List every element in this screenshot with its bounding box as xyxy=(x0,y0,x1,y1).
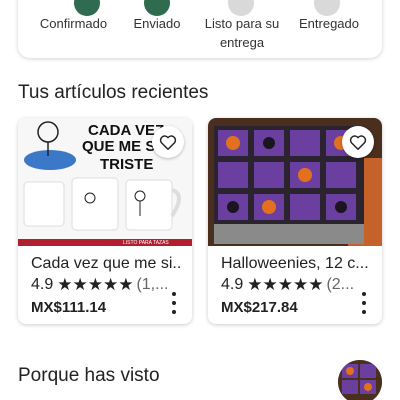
order-tracking-card[interactable]: Confirmado Enviado Listo para su entrega… xyxy=(18,0,382,58)
product-price: MX$217.84 xyxy=(221,299,298,316)
step-ready-label: Listo para su entrega xyxy=(204,16,280,50)
product-rating: 4.9 ★★★★★ (1,... xyxy=(31,274,168,296)
review-count: (2... xyxy=(326,276,355,293)
rating-value: 4.9 xyxy=(221,276,244,293)
recent-items-title: Tus artículos recientes xyxy=(18,82,209,103)
product-image-footer: LISTO PARA TAZAS xyxy=(123,240,169,246)
star-rating-icon: ★★★★★ xyxy=(57,275,134,294)
kebab-dot xyxy=(362,309,366,314)
step-confirmed-label: Confirmado xyxy=(39,16,108,31)
kebab-dot xyxy=(172,300,176,305)
kebab-dot xyxy=(362,300,366,305)
more-options-button[interactable] xyxy=(166,290,182,316)
heart-icon xyxy=(349,135,367,150)
favorite-button[interactable] xyxy=(342,126,374,158)
review-count: (1,... xyxy=(136,276,169,293)
product-image-text: TRISTE xyxy=(100,156,154,173)
product-rating: 4.9 ★★★★★ (2... xyxy=(221,274,354,296)
step-delivered-label: Entregado xyxy=(299,16,359,31)
because-viewed-title: Porque has visto xyxy=(18,365,160,386)
rating-value: 4.9 xyxy=(31,276,54,293)
star-rating-icon: ★★★★★ xyxy=(247,275,324,294)
product-card[interactable]: CADA VEZ QUE ME SIE TRISTE LISTO PARA TA… xyxy=(18,118,192,324)
product-price: MX$111.14 xyxy=(31,299,107,316)
viewed-item-thumbnail[interactable] xyxy=(338,360,382,400)
heart-icon xyxy=(159,135,177,150)
product-title: Halloweenies, 12 c... xyxy=(221,255,369,272)
step-shipped-label: Enviado xyxy=(133,16,181,31)
kebab-menu-icon xyxy=(362,292,366,297)
kebab-menu-icon xyxy=(172,292,176,297)
kebab-dot xyxy=(172,309,176,314)
more-options-button[interactable] xyxy=(356,290,372,316)
favorite-button[interactable] xyxy=(152,126,184,158)
product-card[interactable]: Halloweenies, 12 c... 4.9 ★★★★★ (2... MX… xyxy=(208,118,382,324)
product-title: Cada vez que me si... xyxy=(31,255,181,272)
